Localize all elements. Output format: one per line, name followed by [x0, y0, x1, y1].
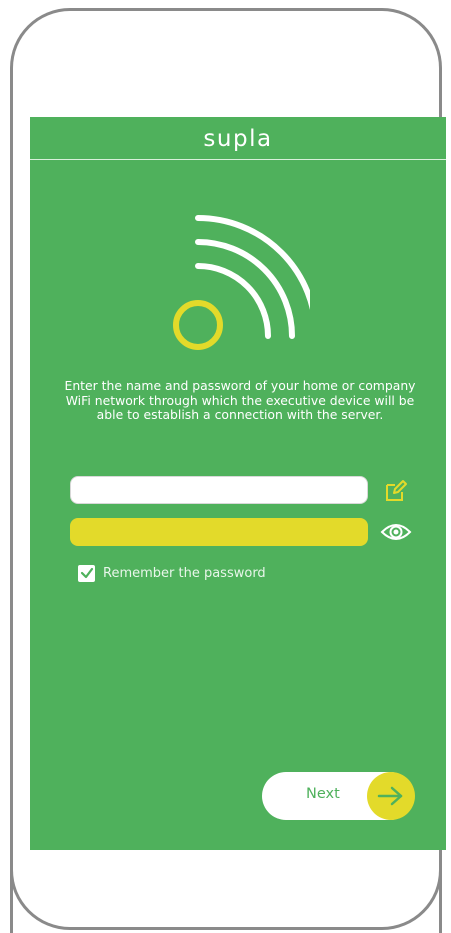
wifi-name-input[interactable]: [70, 476, 368, 504]
arrow-right-icon: [377, 786, 403, 806]
remember-password-checkbox[interactable]: Remember the password: [78, 563, 266, 583]
next-button[interactable]: Next: [262, 772, 415, 820]
check-icon: [80, 567, 93, 579]
app-title: supla: [203, 126, 273, 152]
next-button-label: Next: [306, 786, 340, 802]
app-screen: supla Enter the name and password of you…: [30, 117, 446, 850]
wifi-password-input[interactable]: [70, 518, 368, 546]
header-bar: supla: [30, 117, 446, 160]
remember-password-label: Remember the password: [103, 565, 266, 581]
wifi-signal-icon: [173, 215, 310, 350]
eye-icon[interactable]: [380, 521, 412, 543]
checkbox-box[interactable]: [78, 564, 95, 582]
instruction-text: Enter the name and password of your home…: [64, 378, 416, 422]
next-arrow-circle[interactable]: [367, 772, 415, 820]
edit-icon[interactable]: [384, 479, 408, 503]
